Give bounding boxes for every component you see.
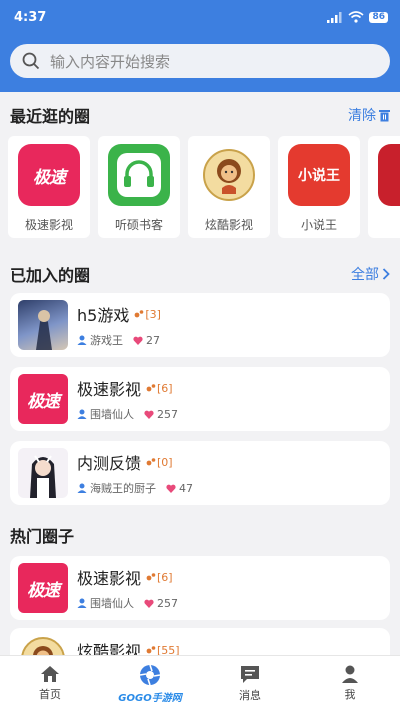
- recent-circle-jisu[interactable]: 极速 极速影视: [8, 136, 90, 238]
- jisu-logo: 极速: [18, 144, 80, 206]
- hot-circle-jisu[interactable]: 极速 极速影视 [6] 围墙仙人 257: [10, 556, 390, 620]
- status-time: 4:37: [14, 9, 47, 25]
- hot-section-header: 热门圈子: [10, 523, 390, 547]
- post-count-badge: [6]: [146, 571, 173, 584]
- message-icon: [241, 665, 259, 683]
- status-bar: 4:37 86: [0, 0, 400, 34]
- jisu-logo: 极速: [18, 563, 68, 613]
- circle-likes: 257: [144, 597, 178, 610]
- jisu-logo: 极速: [18, 374, 68, 424]
- recent-circle-name: 极速影视: [24, 218, 73, 232]
- search-placeholder: 输入内容开始搜索: [50, 52, 171, 71]
- view-all-button[interactable]: 全部: [351, 264, 390, 284]
- circle-likes: 27: [133, 334, 160, 347]
- recent-circles-list: 极速 极速影视 听硕书客 炫酷影视 小说王 小说王: [8, 136, 400, 238]
- nav-messages[interactable]: 消息: [200, 656, 300, 711]
- nav-home[interactable]: 首页: [0, 656, 100, 711]
- recent-circle-partial[interactable]: 最: [368, 136, 400, 238]
- dots-icon: [146, 646, 156, 654]
- joined-section-header: 已加入的圈 全部: [10, 262, 390, 286]
- circle-info: 极速影视 [6] 围墙仙人 257: [77, 565, 178, 611]
- heart-icon: [144, 599, 154, 608]
- recent-section-title: 最近逛的圈: [10, 107, 91, 126]
- wifi-icon: [348, 11, 364, 23]
- joined-section-title: 已加入的圈: [10, 266, 91, 285]
- recent-circle-xiaoshuowang[interactable]: 小说王 小说王: [278, 136, 360, 238]
- red-app-logo-icon: [378, 144, 400, 206]
- user-icon: [77, 483, 87, 493]
- circle-info: 极速影视 [6] 围墙仙人 257: [77, 376, 178, 422]
- joined-circle-jisu[interactable]: 极速 极速影视 [6] 围墙仙人 257: [10, 367, 390, 431]
- clear-label: 清除: [348, 108, 376, 124]
- search-input[interactable]: 输入内容开始搜索: [10, 44, 390, 78]
- post-count-badge: [0]: [146, 456, 173, 469]
- circle-info: h5游戏 [3] 游戏王 27: [77, 302, 161, 348]
- user-icon: [342, 665, 358, 683]
- user-icon: [77, 598, 87, 608]
- user-icon: [77, 409, 87, 419]
- user-icon: [77, 335, 87, 345]
- circle-likes: 47: [166, 482, 193, 495]
- search-icon: [22, 52, 40, 70]
- recent-circle-name: 炫酷影视: [204, 218, 253, 232]
- aperture-icon: [139, 664, 161, 685]
- dots-icon: [146, 384, 156, 392]
- signal-icon: [327, 11, 342, 23]
- dots-icon: [134, 310, 144, 318]
- joined-circle-h5[interactable]: h5游戏 [3] 游戏王 27: [10, 293, 390, 357]
- heart-icon: [133, 336, 143, 345]
- recent-section-header: 最近逛的圈 清除: [10, 103, 390, 127]
- nav-center[interactable]: GOGO手游网: [100, 656, 200, 711]
- nav-me[interactable]: 我: [300, 656, 400, 711]
- recent-circle-tingshuo[interactable]: 听硕书客: [98, 136, 180, 238]
- hot-section-title: 热门圈子: [10, 527, 75, 546]
- heart-icon: [144, 410, 154, 419]
- bottom-nav: 首页 GOGO手游网 消息 我: [0, 655, 400, 711]
- circle-owner: 海贼王的厨子: [77, 480, 156, 496]
- circle-owner: 围墙仙人: [77, 406, 134, 422]
- circle-owner: 游戏王: [77, 332, 123, 348]
- lion-emblem-icon: [198, 144, 260, 206]
- circle-owner: 围墙仙人: [77, 595, 134, 611]
- anime-girl-thumbnail: [18, 448, 68, 498]
- status-icons: 86: [327, 11, 388, 23]
- watermark-text: GOGO手游网: [118, 692, 182, 704]
- post-count-badge: [6]: [146, 382, 173, 395]
- xiaoshuowang-logo: 小说王: [288, 144, 350, 206]
- dots-icon: [146, 458, 156, 466]
- circle-info: 内测反馈 [0] 海贼王的厨子 47: [77, 450, 193, 496]
- chevron-right-icon: [382, 268, 390, 280]
- headphones-logo-icon: [108, 144, 170, 206]
- nav-me-label: 我: [344, 688, 356, 701]
- heart-icon: [166, 484, 176, 493]
- recent-circle-name: 听硕书客: [114, 218, 163, 232]
- circle-title: 内测反馈: [77, 454, 142, 473]
- clear-button[interactable]: 清除: [348, 105, 390, 125]
- home-icon: [41, 666, 59, 682]
- recent-circle-name: 小说王: [300, 218, 337, 232]
- trash-icon: [379, 109, 390, 121]
- circle-title: 极速影视: [77, 569, 142, 588]
- circle-title: h5游戏: [77, 306, 130, 325]
- view-all-label: 全部: [351, 267, 379, 283]
- game-art-thumbnail: [18, 300, 68, 350]
- nav-home-label: 首页: [39, 688, 61, 701]
- joined-circle-feedback[interactable]: 内测反馈 [0] 海贼王的厨子 47: [10, 441, 390, 505]
- dots-icon: [146, 573, 156, 581]
- post-count-badge: [3]: [134, 308, 161, 321]
- top-bar: 4:37 86 输入内容开始搜索: [0, 0, 400, 92]
- recent-circle-xuanku[interactable]: 炫酷影视: [188, 136, 270, 238]
- circle-likes: 257: [144, 408, 178, 421]
- nav-messages-label: 消息: [239, 688, 261, 702]
- battery-indicator: 86: [369, 11, 388, 23]
- circle-title: 极速影视: [77, 380, 142, 399]
